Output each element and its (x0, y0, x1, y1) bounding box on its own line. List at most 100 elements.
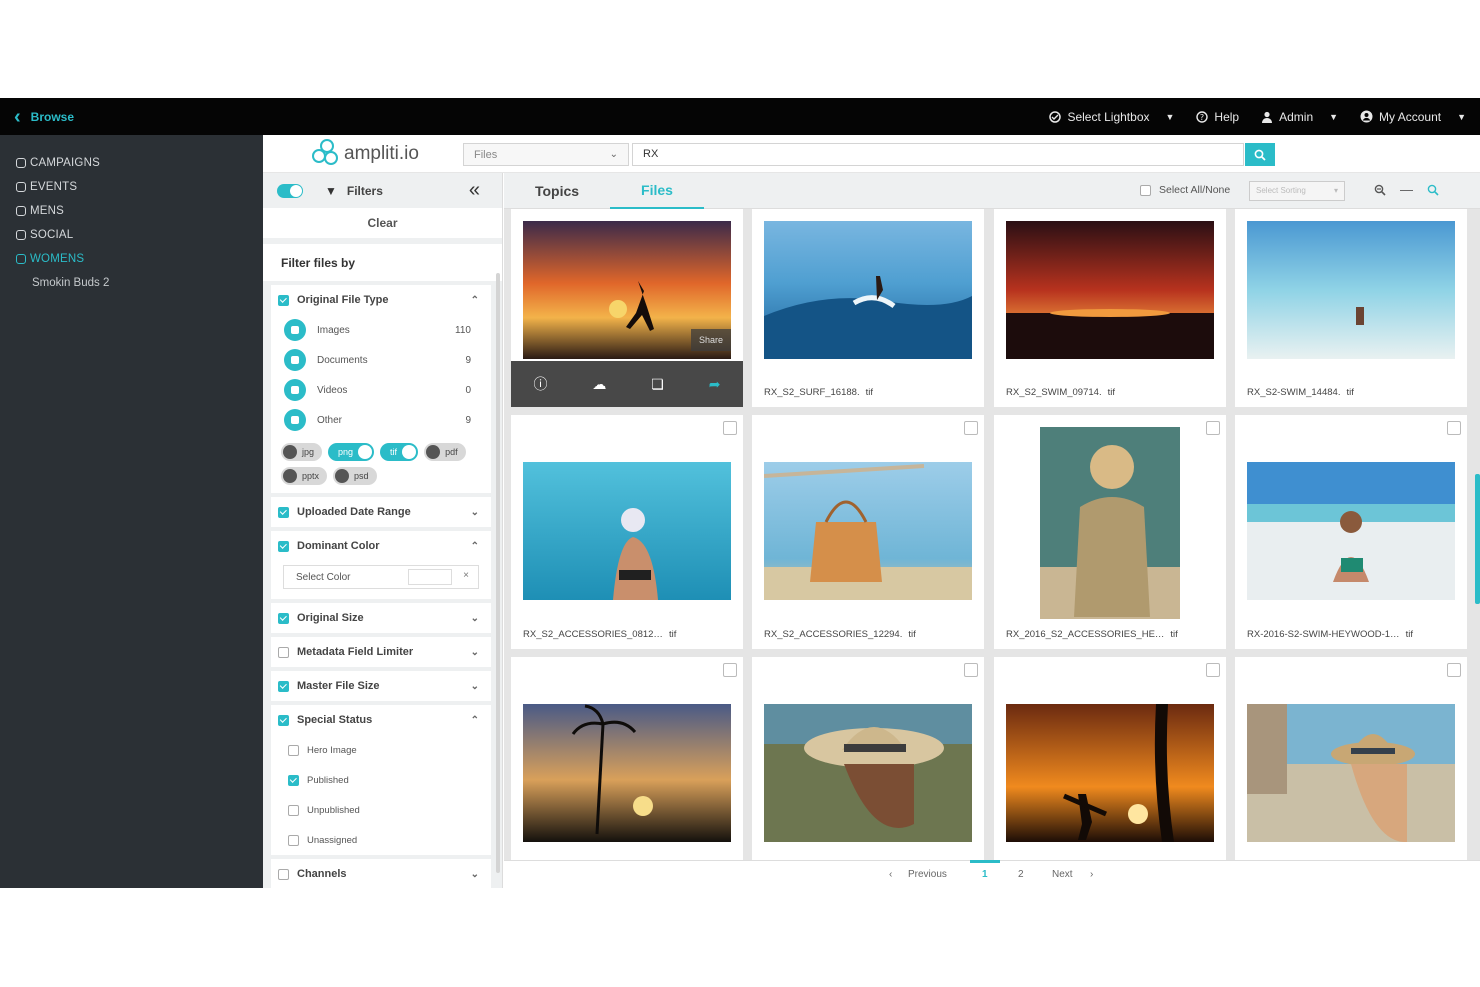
filter-checkbox[interactable] (278, 540, 289, 552)
filter-group-header[interactable]: Master File Size ⌄ (271, 671, 491, 701)
admin-menu[interactable]: Admin ▼ (1261, 110, 1338, 124)
grid-scrollbar[interactable] (1475, 474, 1480, 604)
chevron-up-icon[interactable]: ⌃ (471, 715, 479, 726)
chevron-up-icon[interactable]: ⌃ (471, 541, 479, 552)
next-page-button[interactable]: Next (1052, 869, 1073, 880)
status-checkbox[interactable] (288, 834, 299, 846)
select-all-checkbox[interactable] (1140, 184, 1151, 196)
status-unpublished[interactable]: Unpublished (271, 795, 491, 825)
filter-group-header[interactable]: Original Size ⌄ (271, 603, 491, 633)
chevron-down-icon[interactable]: ⌄ (471, 869, 479, 880)
filter-group-header[interactable]: Uploaded Date Range ⌄ (271, 497, 491, 527)
search-button[interactable] (1245, 143, 1275, 166)
my-account-menu[interactable]: My Account ▼ (1360, 110, 1466, 124)
file-tile[interactable]: RX-2016-S2-SWIM-HEYWOOD-1… tif (1235, 415, 1467, 649)
file-tile[interactable] (1235, 657, 1467, 860)
filter-group-header[interactable]: Metadata Field Limiter ⌄ (271, 637, 491, 667)
cloud-download-icon[interactable]: ☁ (592, 376, 606, 393)
ext-toggle-pptx[interactable]: pptx (281, 467, 328, 485)
tab-files[interactable]: Files (610, 173, 704, 209)
file-tile[interactable]: RX_S2_ACCESSORIES_12294. tif (752, 415, 984, 649)
file-type-checkbox[interactable] (278, 294, 289, 306)
tab-topics[interactable]: Topics (516, 173, 598, 209)
sidebar-item-campaigns[interactable]: CAMPAIGNS (0, 151, 263, 175)
chevron-down-icon[interactable]: ⌄ (471, 507, 479, 518)
tile-checkbox[interactable] (723, 663, 737, 677)
ext-toggle-tif[interactable]: tif (380, 443, 419, 461)
filter-checkbox[interactable] (278, 506, 289, 518)
file-type-other[interactable]: Other 9 (271, 405, 491, 435)
sidebar-item-social[interactable]: SOCIAL (0, 223, 263, 247)
file-type-documents[interactable]: Documents 9 (271, 345, 491, 375)
file-tile[interactable]: RX_S2_SURF_16188. tif (752, 209, 984, 407)
status-unassigned[interactable]: Unassigned (271, 825, 491, 855)
file-type-videos[interactable]: Videos 0 (271, 375, 491, 405)
ext-toggle-pdf[interactable]: pdf (424, 443, 466, 461)
search-input[interactable]: RX (632, 143, 1244, 166)
info-icon[interactable]: ⓘ (533, 374, 547, 394)
chevron-right-icon[interactable]: › (1090, 869, 1093, 880)
tile-checkbox[interactable] (1206, 421, 1220, 435)
tile-checkbox[interactable] (1447, 421, 1461, 435)
status-published[interactable]: Published (271, 765, 491, 795)
page-1-button[interactable]: 1 (982, 869, 988, 880)
select-all-none[interactable]: Select All/None (1140, 184, 1230, 196)
filter-checkbox[interactable] (278, 646, 289, 658)
status-checkbox[interactable] (288, 744, 299, 756)
sidebar-subitem-smokin-buds[interactable]: Smokin Buds 2 (0, 271, 263, 295)
ext-toggle-png[interactable]: png (328, 443, 375, 461)
tile-checkbox[interactable] (1447, 663, 1461, 677)
help-link[interactable]: ? Help (1196, 110, 1239, 124)
sort-select[interactable]: Select Sorting ▾ (1249, 181, 1345, 201)
tile-checkbox[interactable] (1206, 663, 1220, 677)
select-lightbox-menu[interactable]: Select Lightbox ▼ (1049, 110, 1174, 124)
ext-toggle-psd[interactable]: psd (333, 467, 377, 485)
file-tile[interactable]: RX_2016_S2_ACCESSORIES_HE… tif (994, 415, 1226, 649)
share-label[interactable]: Share (691, 329, 731, 351)
ext-toggle-jpg[interactable]: jpg (281, 443, 323, 461)
chevron-left-icon[interactable]: ‹ (889, 869, 892, 880)
filter-group-header[interactable]: Dominant Color ⌃ (271, 531, 491, 561)
file-tile[interactable]: RX_S2_SWIM_09714. tif (994, 209, 1226, 407)
share-icon[interactable]: ➦ (709, 376, 721, 393)
cube-icon[interactable]: ❏ (651, 376, 664, 393)
sidebar-item-mens[interactable]: MENS (0, 199, 263, 223)
status-hero-image[interactable]: Hero Image (271, 735, 491, 765)
status-checkbox[interactable] (288, 774, 299, 786)
filter-checkbox[interactable] (278, 868, 289, 880)
tile-checkbox[interactable] (723, 421, 737, 435)
clear-color-icon[interactable]: × (463, 570, 469, 581)
filters-toggle[interactable] (277, 183, 303, 198)
collapse-panel-icon[interactable]: « (469, 179, 480, 202)
tile-checkbox[interactable] (964, 421, 978, 435)
search-scope-select[interactable]: Files ⌄ (463, 143, 629, 166)
clear-filters-button[interactable]: Clear (263, 208, 502, 238)
file-tile[interactable]: RX_S2-SWIM_14484. tif (1235, 209, 1467, 407)
chevron-down-icon[interactable]: ⌄ (471, 681, 479, 692)
filter-checkbox[interactable] (278, 680, 289, 692)
zoom-in-icon[interactable] (1427, 184, 1439, 196)
chevron-up-icon[interactable]: ⌃ (471, 295, 479, 306)
sidebar-item-events[interactable]: EVENTS (0, 175, 263, 199)
tile-checkbox[interactable] (964, 663, 978, 677)
file-tile[interactable]: Share ⓘ ☁ ❏ ➦ (511, 209, 743, 407)
previous-page-button[interactable]: Previous (908, 869, 947, 880)
page-2-button[interactable]: 2 (1018, 869, 1024, 880)
filter-checkbox[interactable] (278, 612, 289, 624)
file-tile[interactable]: RX_S2_ACCESSORIES_0812… tif (511, 415, 743, 649)
select-color-field[interactable]: Select Color × (283, 565, 479, 589)
chevron-down-icon[interactable]: ⌄ (471, 613, 479, 624)
file-tile[interactable] (752, 657, 984, 860)
chevron-down-icon[interactable]: ⌄ (471, 647, 479, 658)
filter-panel-scrollbar[interactable] (496, 273, 500, 873)
filter-checkbox[interactable] (278, 714, 289, 726)
file-tile[interactable] (994, 657, 1226, 860)
browse-back-button[interactable]: ‹ Browse (14, 107, 74, 127)
zoom-slider-icon[interactable]: — (1400, 182, 1413, 197)
filter-group-header[interactable]: Channels ⌄ (271, 859, 491, 888)
color-swatch[interactable] (408, 569, 452, 585)
zoom-out-icon[interactable] (1374, 184, 1386, 196)
filter-group-header[interactable]: Original File Type ⌃ (271, 285, 491, 315)
filter-group-header[interactable]: Special Status ⌃ (271, 705, 491, 735)
file-tile[interactable] (511, 657, 743, 860)
